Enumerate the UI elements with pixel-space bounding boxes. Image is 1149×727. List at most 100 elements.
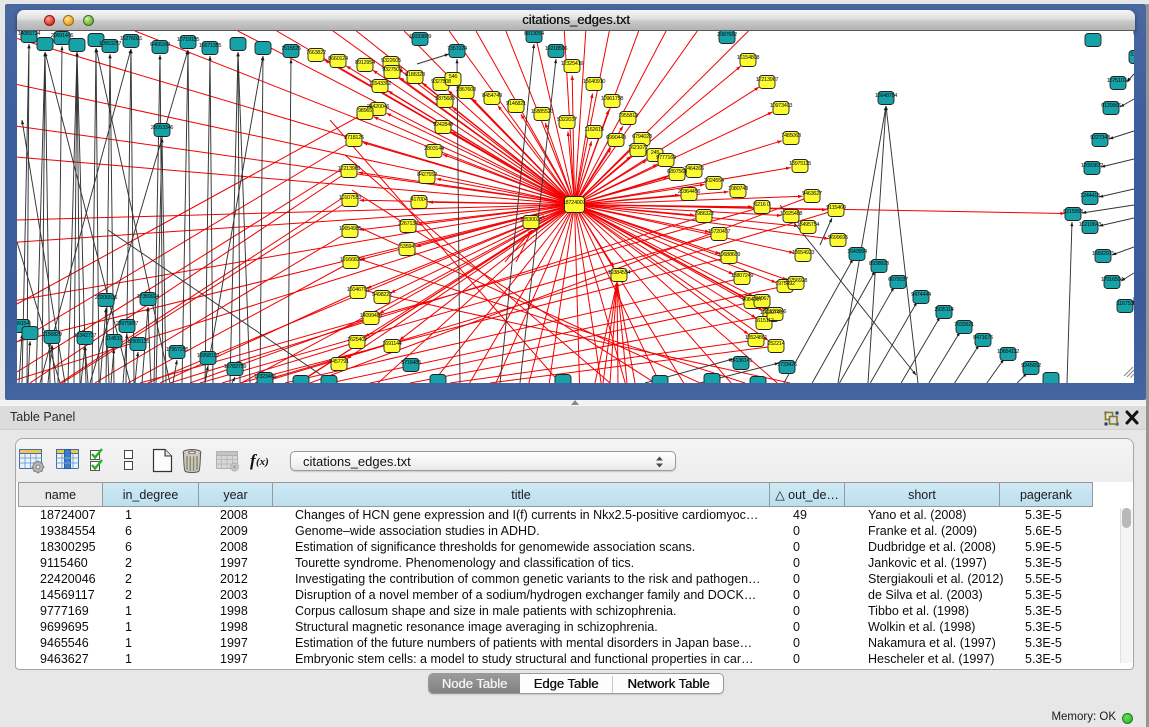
svg-text:19958107: 19958107	[197, 353, 220, 359]
svg-text:9699695: 9699695	[828, 235, 848, 241]
svg-text:8813054: 8813054	[524, 31, 544, 37]
svg-text:10654112: 10654112	[997, 349, 1019, 355]
svg-text:16671355: 16671355	[199, 43, 222, 49]
svg-text:16210643: 16210643	[1079, 222, 1102, 228]
svg-text:18724007: 18724007	[563, 200, 586, 206]
svg-text:13524861: 13524861	[745, 335, 768, 341]
svg-text:13495754: 13495754	[797, 222, 820, 228]
svg-text:18530025: 18530025	[520, 217, 543, 223]
svg-text:9242848: 9242848	[433, 122, 453, 128]
svg-text:9227343: 9227343	[1090, 135, 1110, 141]
svg-text:116753: 116753	[1117, 301, 1134, 307]
svg-text:10107553: 10107553	[339, 195, 362, 201]
svg-text:7464266: 7464266	[684, 166, 704, 172]
svg-text:6466160: 6466160	[150, 42, 170, 48]
svg-text:10025488: 10025488	[780, 211, 803, 217]
svg-text:9463627: 9463627	[802, 191, 822, 197]
svg-text:13975115: 13975115	[789, 161, 811, 167]
svg-text:12325419: 12325419	[561, 61, 584, 67]
svg-text:14136141: 14136141	[730, 358, 753, 364]
svg-text:16782759: 16782759	[224, 364, 247, 370]
svg-text:8912954: 8912954	[355, 60, 375, 66]
svg-text:15692971: 15692971	[1092, 251, 1115, 257]
svg-text:16154808: 16154808	[737, 55, 760, 61]
svg-text:9457791: 9457791	[329, 359, 349, 365]
svg-text:12213969: 12213969	[338, 166, 361, 172]
svg-text:7632621: 7632621	[954, 322, 974, 328]
svg-text:6990448: 6990448	[606, 135, 626, 141]
svg-text:16033809: 16033809	[409, 34, 432, 40]
svg-text:19654985: 19654985	[339, 226, 362, 232]
svg-text:1244415: 1244415	[1080, 193, 1100, 199]
svg-text:2718126: 2718126	[344, 135, 364, 141]
svg-text:12323466: 12323466	[254, 374, 277, 380]
svg-text:3024554: 3024554	[704, 178, 724, 184]
svg-text:252214: 252214	[768, 341, 785, 347]
svg-text:1080748: 1080748	[728, 186, 748, 192]
svg-text:39154: 39154	[17, 321, 29, 327]
svg-text:19166829: 19166829	[340, 257, 363, 263]
svg-text:6679197: 6679197	[888, 277, 908, 283]
svg-text:14055724: 14055724	[18, 31, 41, 37]
svg-text:20691406: 20691406	[51, 33, 74, 39]
svg-text:9474444: 9474444	[911, 292, 931, 298]
svg-text:114519: 114519	[106, 336, 123, 342]
svg-text:12505135: 12505135	[127, 339, 150, 345]
svg-text:23975867: 23975867	[116, 321, 139, 327]
svg-text:546: 546	[449, 74, 458, 80]
svg-text:417004: 417004	[411, 197, 428, 203]
svg-text:9245652: 9245652	[1021, 363, 1041, 369]
svg-text:10756928: 10756928	[785, 278, 808, 284]
svg-text:10688609: 10688609	[718, 252, 741, 258]
svg-text:16046799: 16046799	[347, 287, 370, 293]
svg-text:17359924: 17359924	[137, 294, 160, 300]
svg-text:8454749: 8454749	[482, 93, 502, 99]
svg-text:15751074: 15751074	[1107, 78, 1130, 84]
svg-text:1621072: 1621072	[628, 145, 648, 151]
svg-text:7663822: 7663822	[306, 50, 326, 56]
svg-text:15640910: 15640910	[583, 79, 606, 85]
svg-text:12093872: 12093872	[1081, 163, 1104, 169]
svg-text:13654923: 13654923	[792, 250, 815, 256]
svg-text:10553257: 10553257	[99, 41, 122, 47]
svg-text:16120746: 16120746	[764, 309, 787, 315]
svg-text:7986322: 7986322	[694, 211, 714, 217]
svg-text:16543362: 16543362	[369, 81, 392, 87]
svg-text:9777169: 9777169	[656, 155, 676, 161]
svg-text:1162615: 1162615	[584, 127, 603, 133]
svg-text:9146821: 9146821	[506, 101, 526, 107]
svg-text:6794028: 6794028	[632, 134, 652, 140]
svg-text:10719155: 10719155	[177, 37, 200, 43]
svg-text:84067: 84067	[755, 296, 769, 302]
svg-text:6216 0: 6216 0	[754, 202, 769, 208]
svg-text:11128: 11128	[1130, 52, 1134, 58]
svg-text:15276021: 15276021	[120, 36, 143, 42]
svg-text:2867608: 2867608	[456, 87, 476, 93]
svg-text:9115460: 9115460	[826, 205, 845, 211]
svg-text:1615112: 1615112	[754, 318, 773, 324]
svg-text:15885520: 15885520	[531, 109, 554, 115]
svg-text:8660124: 8660124	[328, 56, 348, 62]
svg-text:5875685: 5875685	[435, 96, 455, 102]
svg-text:15720407: 15720407	[708, 229, 731, 235]
svg-text:1733426: 1733426	[777, 362, 797, 368]
svg-text:19384554: 19384554	[608, 270, 631, 276]
svg-text:7485063: 7485063	[781, 133, 801, 139]
svg-text:8471676: 8471676	[973, 335, 993, 341]
svg-text:12213967: 12213967	[756, 77, 779, 83]
svg-text:8938923: 8938923	[869, 261, 889, 267]
svg-text:7955812: 7955812	[618, 113, 638, 119]
svg-text:7515526: 7515526	[281, 46, 301, 52]
svg-text:26053346: 26053346	[151, 125, 174, 131]
svg-text:8186328: 8186328	[405, 72, 425, 78]
svg-text:5322037: 5322037	[557, 117, 577, 123]
svg-text:12342737: 12342737	[74, 333, 97, 339]
svg-text:5322605: 5322605	[381, 58, 401, 64]
svg-text:98965: 98965	[358, 108, 372, 114]
svg-text:10973493: 10973493	[770, 103, 793, 109]
svg-text:9327509: 9327509	[382, 67, 402, 73]
svg-text:17957255: 17957255	[166, 347, 189, 353]
svg-text:1691144: 1691144	[382, 341, 401, 347]
svg-text:7625402: 7625402	[347, 337, 367, 343]
svg-text:3267130: 3267130	[398, 221, 418, 227]
